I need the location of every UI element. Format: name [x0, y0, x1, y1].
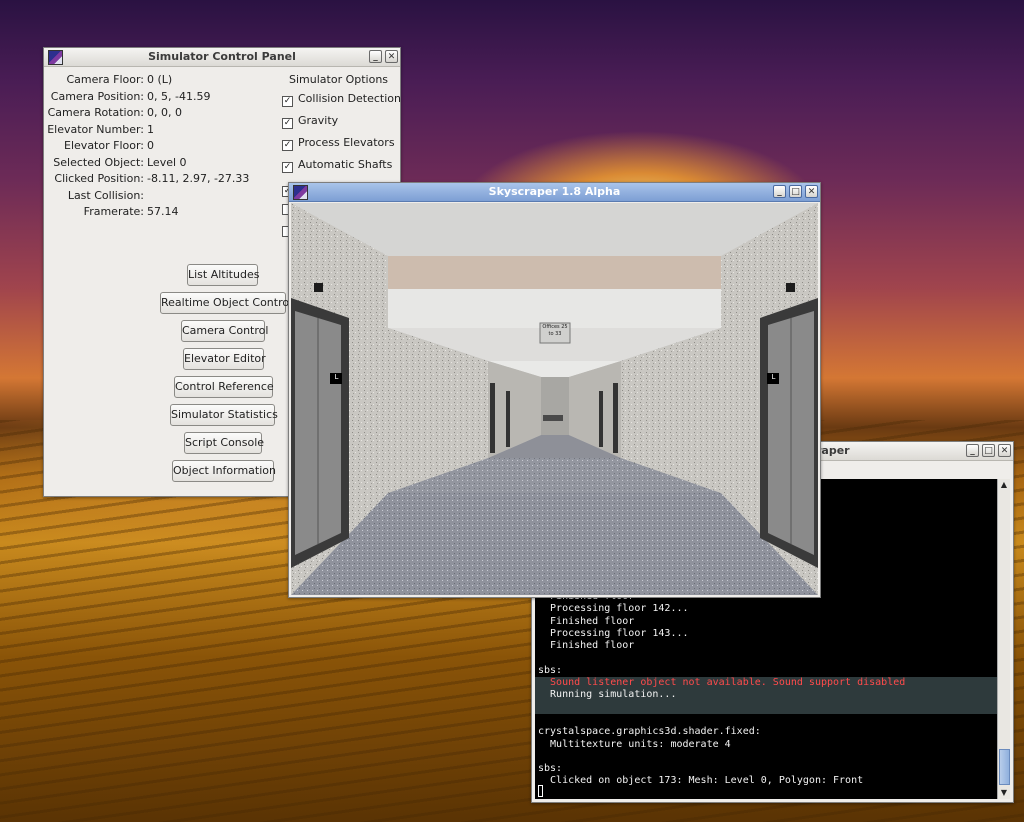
- option-checkbox[interactable]: ✓ Process Elevators: [282, 135, 395, 151]
- info-value: -8.11, 2.97, -27.33: [147, 172, 250, 185]
- console-line: sbs:: [538, 664, 563, 676]
- info-label: Framerate:: [83, 205, 144, 218]
- console-scrollbar[interactable]: ▲ ▼: [997, 479, 1010, 799]
- hall-sign-text: Offices 25 to 33: [542, 324, 568, 337]
- console-title: raper: [816, 444, 850, 457]
- info-value: Level 0: [147, 155, 187, 169]
- console-line: crystalspace.graphics3d.shader.fixed:: [538, 726, 761, 738]
- control-panel-title: Simulator Control Panel: [148, 50, 296, 63]
- info-label: Last Collision:: [67, 188, 144, 202]
- checkbox[interactable]: ✓: [282, 96, 293, 107]
- console-line: Multitexture units: moderate 4: [538, 738, 731, 750]
- option-checkbox[interactable]: ✓ Collision Detection: [282, 91, 401, 107]
- info-label: Selected Object:: [53, 155, 144, 169]
- panel-button[interactable]: Realtime Object Control: [160, 292, 292, 314]
- panel-button[interactable]: Simulator Statistics: [170, 404, 278, 426]
- hallway-scene: [291, 203, 818, 595]
- option-checkbox[interactable]: ✓ Automatic Shafts: [282, 157, 392, 173]
- text-cursor: [538, 785, 543, 797]
- info-label: Camera Floor:: [66, 73, 144, 86]
- info-value: 0, 0, 0: [147, 106, 182, 119]
- app-icon: [293, 185, 308, 200]
- info-label: Clicked Position:: [54, 172, 144, 185]
- panel-button[interactable]: Control Reference: [174, 376, 274, 398]
- console-line: Finished floor: [538, 615, 635, 627]
- minimize-icon[interactable]: _: [966, 444, 979, 457]
- option-label: Gravity: [298, 114, 339, 127]
- panel-button[interactable]: Object Information: [172, 460, 276, 482]
- console-line: Processing floor 143...: [538, 627, 689, 639]
- console-line: Finished floor: [538, 640, 635, 652]
- info-value: 1: [147, 122, 154, 136]
- option-checkbox[interactable]: ✓ Gravity: [282, 113, 338, 129]
- console-line: Sound listener object not available. Sou…: [535, 677, 997, 690]
- info-value: 0: [147, 139, 154, 152]
- console-line: sbs:: [538, 763, 563, 775]
- elevator-floor-indicator-left: L: [334, 373, 339, 381]
- console-line: Processing floor 142...: [538, 603, 689, 615]
- panel-button[interactable]: Script Console: [184, 432, 264, 454]
- minimize-icon[interactable]: _: [773, 185, 786, 198]
- console-line: Running simulation...: [535, 689, 997, 702]
- elevator-floor-indicator-right: L: [771, 373, 776, 381]
- info-label: Camera Position:: [50, 89, 144, 103]
- maximize-icon[interactable]: □: [982, 444, 995, 457]
- panel-button[interactable]: Elevator Editor: [183, 348, 266, 370]
- skyscraper-window[interactable]: Skyscraper 1.8 Alpha _ □ ✕ Offices 25 to…: [288, 182, 821, 598]
- skyscraper-title: Skyscraper 1.8 Alpha: [488, 185, 621, 198]
- option-label: Automatic Shafts: [298, 158, 393, 171]
- close-icon[interactable]: ✕: [805, 185, 818, 198]
- scroll-down-icon[interactable]: ▼: [998, 787, 1010, 799]
- skyscraper-titlebar[interactable]: Skyscraper 1.8 Alpha _ □ ✕: [289, 183, 820, 202]
- minimize-icon[interactable]: _: [369, 50, 382, 63]
- scrollbar-thumb[interactable]: [999, 749, 1010, 785]
- close-icon[interactable]: ✕: [998, 444, 1011, 457]
- info-label: Elevator Number:: [47, 122, 144, 136]
- 3d-viewport[interactable]: Offices 25 to 33 L L: [291, 203, 818, 595]
- info-label: Elevator Floor:: [64, 139, 144, 152]
- panel-button[interactable]: Camera Control: [181, 320, 268, 342]
- checkbox[interactable]: ✓: [282, 162, 293, 173]
- console-line: [535, 701, 997, 714]
- scroll-up-icon[interactable]: ▲: [998, 479, 1010, 491]
- info-value: 0 (L): [147, 73, 173, 86]
- console-line: Clicked on object 173: Mesh: Level 0, Po…: [538, 775, 864, 787]
- option-label: Process Elevators: [298, 136, 395, 149]
- close-icon[interactable]: ✕: [385, 50, 398, 63]
- app-icon: [48, 50, 63, 65]
- checkbox[interactable]: ✓: [282, 118, 293, 129]
- option-label: Collision Detection: [298, 92, 402, 105]
- info-value: 0, 5, -41.59: [147, 89, 211, 103]
- control-panel-titlebar[interactable]: Simulator Control Panel _ ✕: [44, 48, 400, 67]
- maximize-icon[interactable]: □: [789, 185, 802, 198]
- checkbox[interactable]: ✓: [282, 140, 293, 151]
- simulator-options-heading: Simulator Options: [289, 73, 389, 86]
- panel-button[interactable]: List Altitudes: [187, 264, 259, 286]
- info-label: Camera Rotation:: [47, 106, 144, 119]
- info-value: 57.14: [147, 205, 179, 218]
